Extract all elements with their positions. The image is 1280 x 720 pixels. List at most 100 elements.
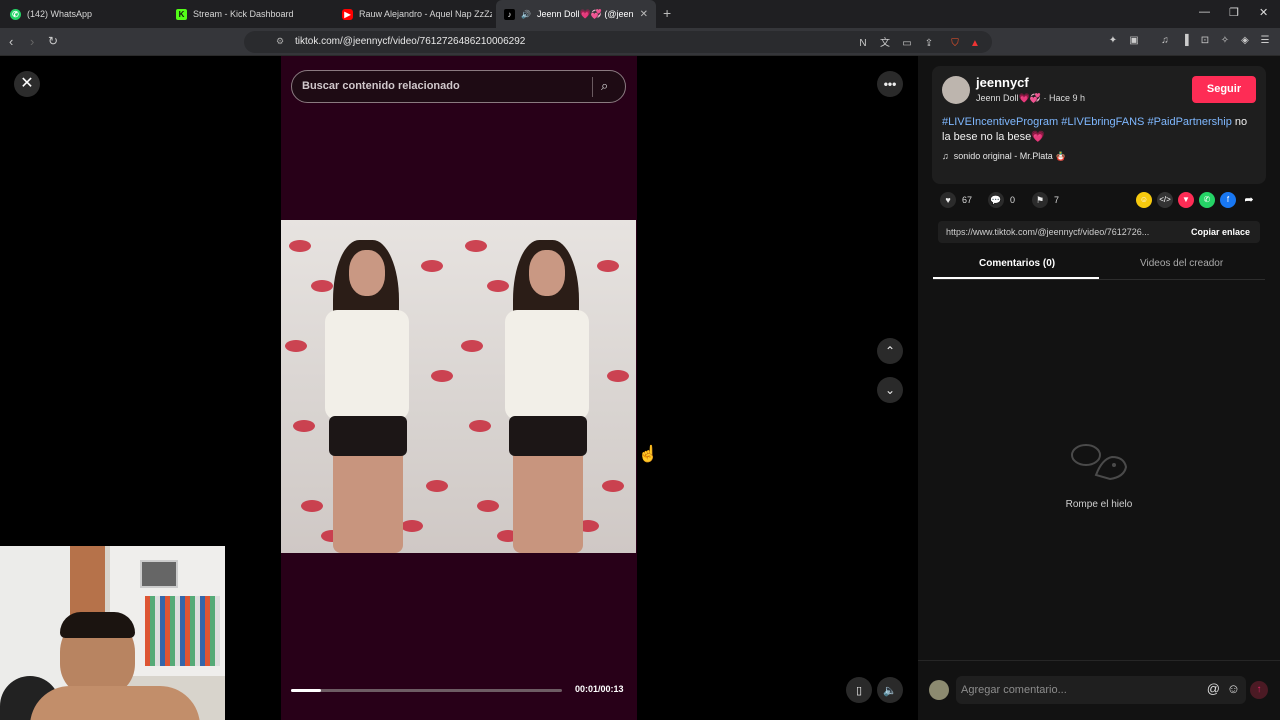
address-bar-row: ‹ › ↻ 🔖 ⚙ tiktok.com/@jeennycf/video/761… — [0, 28, 1280, 56]
close-player-button[interactable]: ✕ — [14, 71, 40, 97]
kick-icon: K — [176, 8, 187, 20]
empty-comments-text: Rompe el hielo — [1065, 499, 1133, 510]
emoji-icon[interactable]: ☺ — [1227, 681, 1240, 696]
youtube-icon: ▶ — [342, 8, 353, 20]
tab-youtube[interactable]: ▶ Rauw Alejandro - Aquel Nap ZzZz (Le — [334, 0, 492, 28]
minimize-icon[interactable]: — — [1199, 6, 1210, 18]
creator-username[interactable]: jeennycf — [976, 75, 1029, 90]
wallet-icon[interactable]: ▣ — [1127, 34, 1141, 48]
user-avatar — [929, 680, 949, 700]
like-stat[interactable]: ♥ 67 — [940, 192, 972, 208]
empty-comments-icon — [1064, 441, 1130, 483]
tab-divider — [933, 279, 1265, 280]
browser-tab-bar: ✆ (142) WhatsApp K Stream - Kick Dashboa… — [0, 0, 1280, 28]
restore-icon[interactable]: ❐ — [1229, 6, 1239, 19]
cast-icon[interactable]: ▭ — [900, 37, 914, 51]
reader-off-icon[interactable]: N — [856, 37, 870, 51]
share-page-icon[interactable]: ⇪ — [922, 37, 936, 51]
tab-tiktok[interactable]: ♪ 🔊 Jeenn Doll💗💞 (@jeennycf) ✕ — [496, 0, 656, 28]
close-tab-icon[interactable]: ✕ — [640, 9, 648, 20]
brave-shield-icon[interactable]: ⛉ — [948, 37, 962, 51]
comment-stat[interactable]: 💬 0 — [988, 192, 1015, 208]
tab-label: Stream - Kick Dashboard — [193, 9, 294, 19]
video-progress-bar[interactable] — [291, 689, 562, 692]
sidebar-icon[interactable]: ▐ — [1178, 34, 1192, 48]
video-frame-right — [457, 220, 636, 553]
tab-search-icon[interactable]: ⊡ — [1198, 34, 1212, 48]
close-window-icon[interactable]: ✕ — [1259, 6, 1268, 19]
more-options-button[interactable]: ••• — [877, 71, 903, 97]
search-divider — [592, 77, 593, 97]
menu-icon[interactable]: ☰ — [1258, 34, 1272, 48]
brave-rewards-icon[interactable]: ▲ — [968, 37, 982, 51]
post-info-card: jeennycf Jeenn Doll💗💞 · Hace 9 h Seguir … — [932, 66, 1266, 184]
heart-icon[interactable]: ♥ — [940, 192, 956, 208]
reload-icon[interactable]: ↻ — [48, 34, 58, 48]
audio-icon: 🔊 — [521, 9, 531, 19]
video-frame-left — [281, 220, 457, 553]
forward-icon[interactable]: › — [30, 34, 34, 49]
like-count: 67 — [962, 195, 973, 205]
tiktok-icon: ♪ — [504, 8, 515, 20]
comment-input[interactable]: Agregar comentario... @ ☺ — [956, 676, 1246, 704]
vpn-icon[interactable]: ◈ — [1238, 34, 1252, 48]
tab-label: Rauw Alejandro - Aquel Nap ZzZz (Le — [359, 9, 492, 19]
tab-creator-videos[interactable]: Videos del creador — [1140, 258, 1223, 269]
post-age: · Hace 9 h — [1043, 93, 1085, 103]
creator-subline: Jeenn Doll💗💞 · Hace 9 h — [976, 93, 1085, 104]
back-icon[interactable]: ‹ — [9, 34, 13, 49]
copy-link-button[interactable]: Copiar enlace — [1191, 227, 1250, 237]
post-link-field[interactable]: https://www.tiktok.com/@jeennycf/video/7… — [938, 221, 1260, 243]
music-icon[interactable]: ♫ — [1158, 34, 1172, 48]
post-details-panel: jeennycf Jeenn Doll💗💞 · Hace 9 h Seguir … — [918, 56, 1280, 720]
comment-placeholder: Agregar comentario... — [961, 684, 1067, 696]
mention-icon[interactable]: @ — [1207, 681, 1220, 696]
floating-player-button[interactable]: ▯ — [846, 677, 872, 703]
volume-button[interactable]: 🔈 — [877, 677, 903, 703]
save-stat[interactable]: ⚑ 7 — [1032, 192, 1059, 208]
tab-label: Jeenn Doll💗💞 (@jeennycf) — [536, 8, 634, 19]
bookmark-icon[interactable]: ⚑ — [1032, 192, 1048, 208]
embed-icon[interactable]: </> — [1157, 192, 1173, 208]
progress-fill — [291, 689, 321, 692]
post-link-text: https://www.tiktok.com/@jeennycf/video/7… — [946, 227, 1150, 237]
whatsapp-share-icon[interactable]: ✆ — [1199, 192, 1215, 208]
creator-display-name: Jeenn Doll💗💞 — [976, 93, 1041, 103]
music-note-icon: ♫ — [942, 151, 949, 161]
hashtag-link[interactable]: #LIVEbringFANS — [1061, 116, 1144, 128]
new-tab-icon[interactable]: + — [663, 5, 671, 21]
more-share-icon[interactable]: ➦ — [1241, 192, 1257, 208]
hashtag-link[interactable]: #PaidPartnership — [1147, 116, 1231, 128]
tab-comments[interactable]: Comentarios (0) — [979, 258, 1055, 269]
hashtag-link[interactable]: #LIVEIncentiveProgram — [942, 116, 1058, 128]
next-video-button[interactable]: ⌄ — [877, 377, 903, 403]
tab-label: (142) WhatsApp — [27, 9, 93, 19]
app-window: ✆ (142) WhatsApp K Stream - Kick Dashboa… — [0, 0, 1280, 720]
facebook-share-icon[interactable]: f — [1220, 192, 1236, 208]
tab-whatsapp[interactable]: ✆ (142) WhatsApp — [2, 0, 168, 28]
url-field[interactable]: ⚙ tiktok.com/@jeennycf/video/76127264862… — [244, 31, 992, 53]
comment-icon[interactable]: 💬 — [988, 192, 1004, 208]
extensions-icon[interactable]: ✦ — [1106, 34, 1120, 48]
translate-icon[interactable]: 文 — [878, 37, 892, 51]
webcam-overlay — [0, 546, 225, 720]
creator-avatar[interactable] — [942, 76, 970, 104]
previous-video-button[interactable]: ⌃ — [877, 338, 903, 364]
site-info-icon[interactable]: ⚙ — [276, 36, 284, 47]
search-input[interactable]: Buscar contenido relacionado ⌕ — [291, 70, 626, 103]
whatsapp-icon: ✆ — [10, 8, 21, 20]
video-time: 00:01/00:13 — [575, 684, 624, 694]
leo-icon[interactable]: ✧ — [1218, 34, 1232, 48]
tab-kick[interactable]: K Stream - Kick Dashboard — [168, 0, 334, 28]
follow-button[interactable]: Seguir — [1192, 76, 1256, 103]
repost-icon[interactable]: ☺ — [1136, 192, 1152, 208]
send-comment-button[interactable]: ↑ — [1250, 681, 1268, 699]
active-tab-indicator — [933, 277, 1099, 279]
sound-name: sonido original - Mr.Plata 🪆 — [953, 151, 1067, 161]
comment-count: 0 — [1010, 195, 1016, 205]
mouse-cursor-icon: ☝ — [638, 446, 658, 463]
comment-composer: Agregar comentario... @ ☺ ↑ — [918, 660, 1280, 720]
send-to-friends-icon[interactable]: ▼ — [1178, 192, 1194, 208]
search-icon[interactable]: ⌕ — [601, 78, 608, 94]
sound-link[interactable]: ♫ sonido original - Mr.Plata 🪆 — [942, 151, 1067, 162]
